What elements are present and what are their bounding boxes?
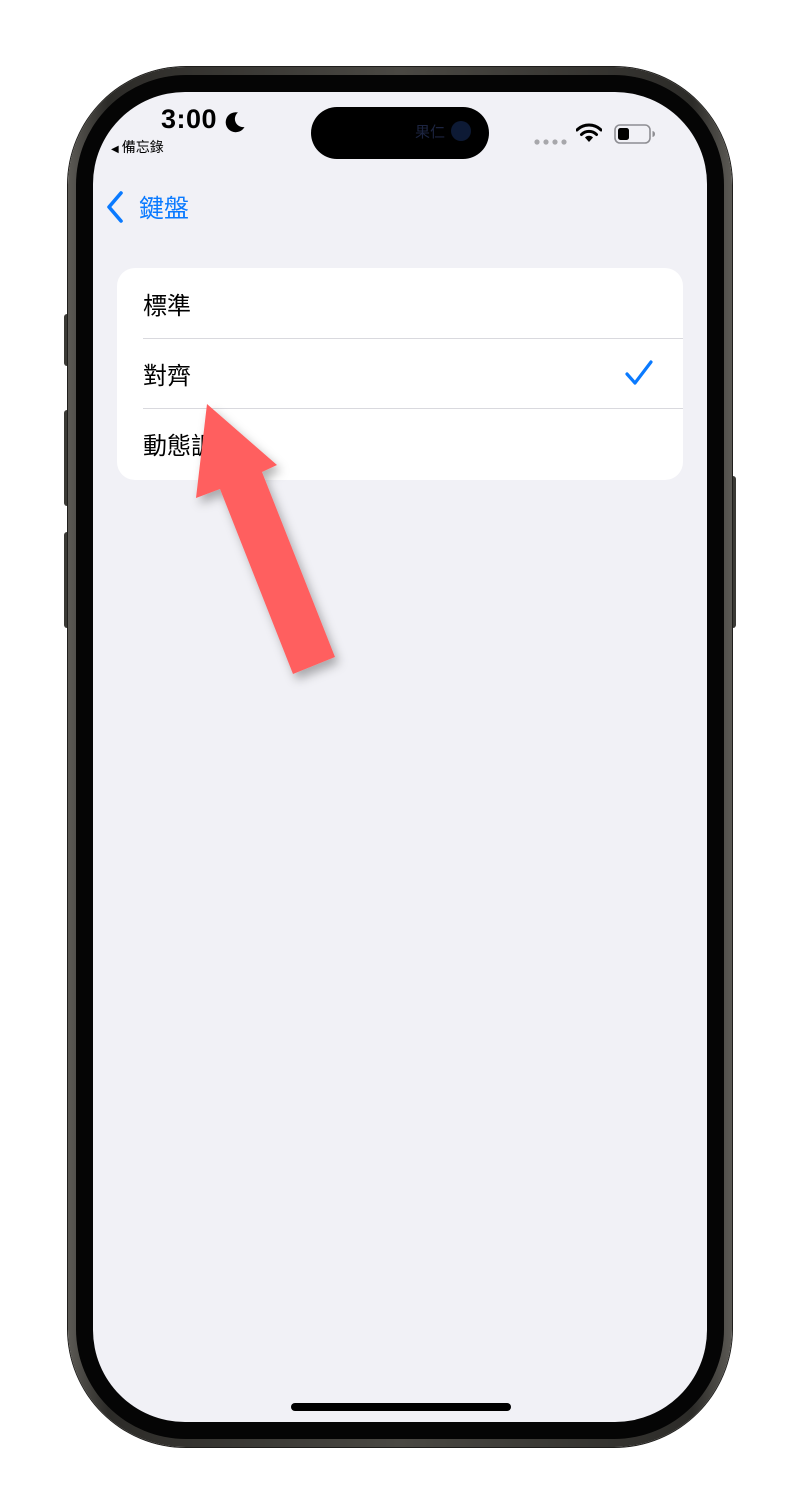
dynamic-island: 果仁 xyxy=(311,107,489,159)
island-avatar-icon xyxy=(451,121,471,141)
back-to-app-link[interactable]: ◀ 備忘錄 xyxy=(111,137,164,157)
home-indicator[interactable] xyxy=(291,1403,511,1411)
back-triangle-icon: ◀ xyxy=(111,144,119,155)
status-time: 3:00 xyxy=(161,104,218,134)
checkmark-icon xyxy=(625,360,653,385)
battery-icon xyxy=(614,124,655,144)
option-row-dynamic[interactable]: 動態調整 xyxy=(117,408,683,478)
keyboard-option-list: 標準 對齊 動態調整 xyxy=(117,268,683,480)
option-label: 標準 xyxy=(143,291,191,320)
option-label: 動態調整 xyxy=(143,431,239,460)
cellular-signal-icon xyxy=(534,139,567,145)
option-row-aligned[interactable]: 對齊 xyxy=(117,338,683,408)
island-ghost-text: 果仁 xyxy=(415,123,446,141)
back-app-label: 備忘錄 xyxy=(121,140,164,156)
option-label: 對齊 xyxy=(143,361,191,390)
back-button[interactable]: 鍵盤 xyxy=(105,190,189,224)
moon-icon xyxy=(225,112,245,133)
back-button-label: 鍵盤 xyxy=(139,194,190,223)
phone-screen: 3:00 ◀ 備忘錄 果仁 鍵盤 標準 對齊 動態調整 xyxy=(93,92,707,1422)
chevron-left-icon xyxy=(107,191,123,223)
option-row-standard[interactable]: 標準 xyxy=(117,268,683,338)
wifi-icon xyxy=(576,123,602,142)
